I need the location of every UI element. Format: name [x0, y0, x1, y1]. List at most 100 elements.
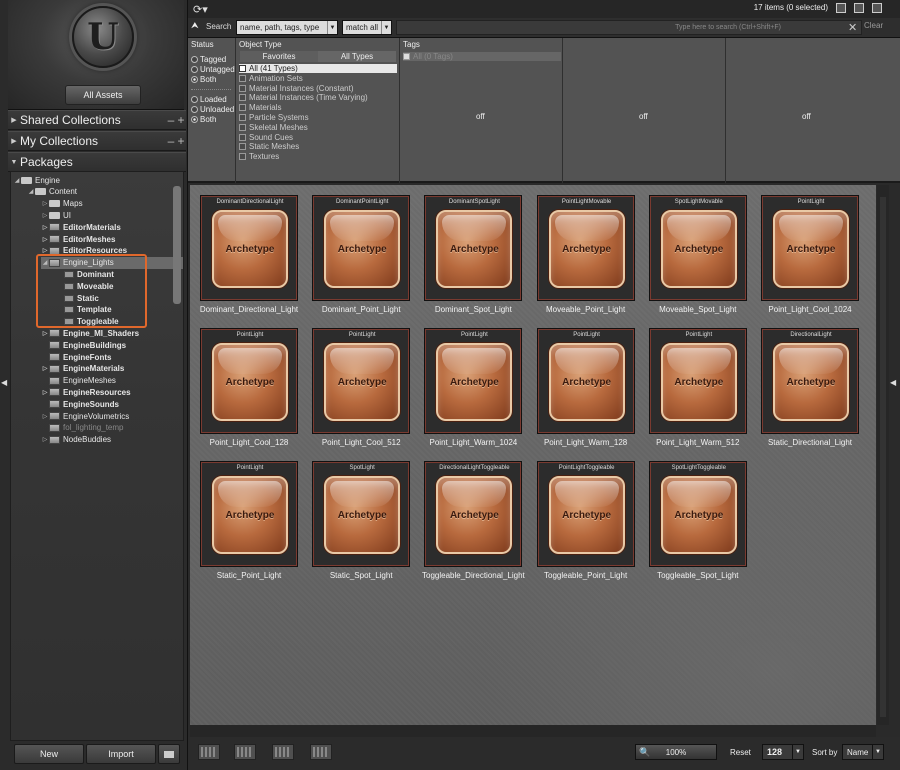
refresh-icon[interactable]: ⟳▾ — [193, 3, 208, 16]
expand-arrow-icon[interactable]: ▶ — [8, 116, 20, 124]
asset-tile[interactable]: PointLightMovable Archetype Moveable_Point… — [535, 195, 643, 323]
collapsed-arrow-icon[interactable]: ▷ — [41, 389, 49, 396]
asset-thumbnail-frame[interactable]: SpotLightToggleable Archetype — [648, 461, 747, 567]
reset-button[interactable]: Reset — [730, 748, 751, 757]
asset-tile[interactable]: DominantSpotLight Archetype Dominant_Spot_… — [422, 195, 530, 323]
tree-item-package[interactable]: fol_lighting_temp — [41, 422, 123, 434]
collapsed-arrow-icon[interactable]: ▷ — [41, 365, 49, 372]
tree-item-folder[interactable]: ▷ Maps — [41, 198, 83, 210]
scroll-thumb[interactable] — [880, 197, 886, 717]
status-radio-tagged[interactable]: Tagged — [191, 55, 226, 64]
collapse-filters-icon[interactable]: ⮝ — [191, 21, 199, 31]
asset-tile[interactable]: PointLight Archetype Point_Light_Cool_1024 — [759, 195, 867, 323]
tree-item-package[interactable]: ▷ EditorMeshes — [41, 233, 116, 245]
collapsed-arrow-icon[interactable]: ▷ — [41, 330, 49, 337]
tree-item-package[interactable]: EngineMeshes — [41, 375, 116, 387]
collapse-arrow-icon[interactable]: ▼ — [8, 159, 20, 166]
asset-tile[interactable]: SpotLightMovable Archetype Moveable_Spot_L… — [647, 195, 755, 323]
expand-arrow-icon[interactable]: ▶ — [8, 137, 20, 145]
view-mode-thumbnail-button[interactable] — [310, 744, 332, 760]
asset-thumbnail-frame[interactable]: SpotLightMovable Archetype — [648, 195, 747, 301]
object-type-checkbox[interactable]: Static Meshes — [239, 142, 299, 151]
clear-button[interactable]: Clear — [864, 21, 883, 30]
tags-all-checkbox[interactable]: All (0 Tags) — [403, 52, 561, 61]
collapsed-arrow-icon[interactable]: ▷ — [41, 236, 49, 243]
tab-favorites[interactable]: Favorites — [240, 51, 318, 62]
view-icon[interactable] — [836, 3, 846, 13]
tree-item-package[interactable]: ▷ EngineMaterials — [41, 363, 125, 375]
clear-x-icon[interactable]: ✕ — [848, 21, 857, 34]
tree-item-package[interactable]: EngineFonts — [41, 351, 111, 363]
object-type-checkbox[interactable]: All (41 Types) — [239, 64, 397, 73]
tab-all-types[interactable]: All Types — [318, 51, 396, 62]
collapsed-arrow-icon[interactable]: ▷ — [41, 436, 49, 443]
add-icon[interactable]: + — [176, 134, 186, 148]
asset-thumbnail-frame[interactable]: PointLight Archetype — [424, 328, 523, 434]
object-type-checkbox[interactable]: Animation Sets — [239, 74, 303, 83]
asset-tile[interactable]: PointLight Archetype Point_Light_Warm_128 — [535, 328, 643, 456]
sort-combo[interactable]: Name ▼ — [842, 744, 884, 760]
asset-tile[interactable]: PointLight Archetype Static_Point_Light — [198, 461, 306, 589]
asset-thumbnail-frame[interactable]: PointLight Archetype — [200, 461, 298, 567]
asset-thumbnail-frame[interactable]: PointLight Archetype — [536, 328, 635, 434]
asset-tile[interactable]: PointLight Archetype Point_Light_Warm_1024 — [422, 328, 530, 456]
search-input[interactable]: Type here to search (Ctrl+Shift+F) — [396, 20, 862, 35]
collapsed-arrow-icon[interactable]: ▷ — [41, 413, 49, 420]
asset-tile[interactable]: DirectionalLightToggleable Archetype Toggl… — [422, 461, 530, 589]
asset-thumbnail-frame[interactable]: PointLightToggleable Archetype — [536, 461, 635, 567]
my-collections-header[interactable]: ▶ My Collections – + — [8, 131, 186, 151]
packages-header[interactable]: ▼ Packages — [8, 152, 186, 172]
collapsed-arrow-icon[interactable]: ▷ — [41, 212, 49, 219]
tree-item-folder[interactable]: ◢ Engine — [13, 174, 60, 186]
horizontal-scrollbar[interactable] — [190, 725, 876, 737]
expanded-arrow-icon[interactable]: ◢ — [13, 177, 21, 184]
expanded-arrow-icon[interactable]: ◢ — [27, 188, 35, 195]
asset-thumbnail-frame[interactable]: DominantSpotLight Archetype — [424, 195, 523, 301]
minus-icon[interactable]: – — [166, 134, 176, 148]
thumbnail-size-combo[interactable]: 128 ▼ — [762, 744, 804, 760]
tree-item-package[interactable]: EngineBuildings — [41, 339, 126, 351]
asset-tile[interactable]: SpotLightToggleable Archetype Toggleable_S… — [647, 461, 755, 589]
search-field-combo[interactable]: name, path, tags, type ▼ — [236, 20, 338, 35]
all-assets-button[interactable]: All Assets — [65, 85, 141, 105]
object-type-checkbox[interactable]: Material Instances (Constant) — [239, 84, 354, 93]
view-mode-grid-button[interactable] — [272, 744, 294, 760]
tree-item-package[interactable]: ▷ Engine_MI_Shaders — [41, 327, 139, 339]
collapse-left-arrow-icon[interactable]: ◀ — [1, 378, 7, 387]
zoom-slider[interactable]: 🔍 100% — [635, 744, 717, 760]
asset-thumbnail-frame[interactable]: DominantPointLight Archetype — [312, 195, 411, 301]
panel-icon[interactable] — [872, 3, 882, 13]
tree-item-package[interactable]: ▷ EditorMaterials — [41, 221, 121, 233]
asset-tile[interactable]: DirectionalLight Archetype Static_Directio… — [759, 328, 867, 456]
status-radio-loaded[interactable]: Loaded — [191, 95, 227, 104]
view-mode-list-button[interactable] — [198, 744, 220, 760]
asset-thumbnail-frame[interactable]: DirectionalLightToggleable Archetype — [424, 461, 523, 567]
object-type-checkbox[interactable]: Particle Systems — [239, 113, 309, 122]
object-type-checkbox[interactable]: Textures — [239, 152, 279, 161]
object-type-checkbox[interactable]: Materials — [239, 103, 281, 112]
asset-thumbnail-frame[interactable]: DirectionalLight Archetype — [761, 328, 859, 434]
asset-thumbnail-frame[interactable]: PointLight Archetype — [761, 195, 859, 301]
asset-thumbnail-frame[interactable]: SpotLight Archetype — [312, 461, 411, 567]
asset-thumbnail-frame[interactable]: DominantDirectionalLight Archetype — [200, 195, 298, 301]
import-button[interactable]: Import — [86, 744, 156, 764]
grid-scrollbar[interactable] — [877, 185, 889, 725]
add-icon[interactable]: + — [176, 113, 186, 127]
asset-thumbnail-frame[interactable]: PointLight Archetype — [312, 328, 411, 434]
shared-collections-header[interactable]: ▶ Shared Collections – + — [8, 110, 186, 130]
tree-item-package[interactable]: ▷ EngineVolumetrics — [41, 410, 130, 422]
new-button[interactable]: New — [14, 744, 84, 764]
asset-tile[interactable]: PointLightToggleable Archetype Toggleable_… — [535, 461, 643, 589]
tree-item-package[interactable]: ▷ EngineResources — [41, 386, 131, 398]
tree-item-folder[interactable]: ▷ UI — [41, 209, 71, 221]
collapse-right-arrow-icon[interactable]: ◀ — [890, 378, 896, 387]
status-radio-both[interactable]: Both — [191, 75, 216, 84]
minus-icon[interactable]: – — [166, 113, 176, 127]
tree-scrollbar[interactable] — [173, 186, 181, 304]
status-radio-unloaded[interactable]: Unloaded — [191, 105, 234, 114]
asset-tile[interactable]: SpotLight Archetype Static_Spot_Light — [310, 461, 418, 589]
open-folder-button[interactable] — [158, 744, 180, 764]
collapsed-arrow-icon[interactable]: ▷ — [41, 200, 49, 207]
object-type-checkbox[interactable]: Material Instances (Time Varying) — [239, 93, 368, 102]
asset-tile[interactable]: PointLight Archetype Point_Light_Warm_512 — [647, 328, 755, 456]
